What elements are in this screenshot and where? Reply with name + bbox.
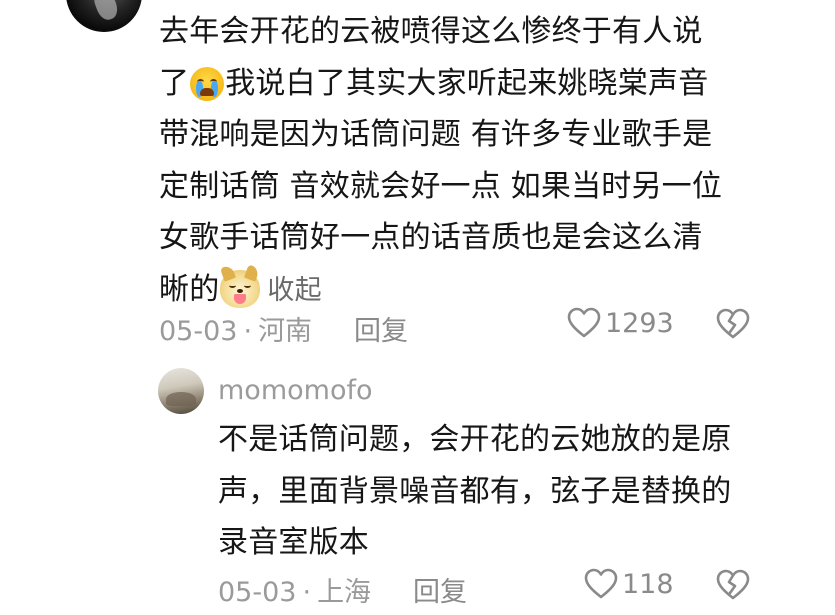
- heart-outline-icon: [584, 568, 618, 599]
- reply-meta: 05-03 · 上海: [218, 570, 371, 609]
- meta-separator: ·: [243, 316, 253, 347]
- comment-date: 05-03: [159, 316, 238, 347]
- comment-line: 女歌手话筒好一点的话音质也是会这么清: [159, 220, 703, 255]
- reply-reply-button[interactable]: 回复: [413, 570, 467, 609]
- reply-line: 不是话筒问题，会开花的云她放的是原: [218, 422, 732, 457]
- comment-line: 去年会开花的云被喷得这么惨终于有人说: [159, 14, 703, 49]
- reply-location: 上海: [317, 577, 372, 608]
- reply-line: 录音室版本: [218, 525, 369, 560]
- comment-line-text: 我说白了其实大家听起来姚晓棠声音: [225, 65, 709, 101]
- dog-emoji-icon: [220, 263, 261, 308]
- reply-username[interactable]: momomofo: [218, 375, 373, 406]
- crying-emoji-icon: [190, 66, 225, 101]
- comment-line-text: 了: [159, 65, 190, 101]
- reply-button[interactable]: 回复: [354, 309, 408, 348]
- comment-line-text: 晰的: [159, 271, 220, 307]
- reply-line: 声，里面背景噪音都有，弦子是替换的: [218, 473, 732, 509]
- reply-like-count: 118: [622, 568, 674, 600]
- avatar[interactable]: [66, 0, 142, 32]
- reply-like-button[interactable]: 118: [584, 568, 674, 600]
- comment-line: 了我说白了其实大家听起来姚晓棠声音: [159, 58, 759, 110]
- broken-heart-icon: [716, 308, 750, 339]
- dislike-button[interactable]: [716, 308, 750, 344]
- comment-line: 带混响是因为话筒问题 有许多专业歌手是: [159, 117, 713, 152]
- like-button[interactable]: 1293: [567, 307, 674, 339]
- comment-body: 去年会开花的云被喷得这么惨终于有人说 了我说白了其实大家听起来姚晓棠声音 带混响…: [159, 6, 759, 315]
- reply-dislike-button[interactable]: [716, 569, 750, 605]
- heart-outline-icon: [567, 307, 601, 338]
- reply-date: 05-03: [218, 577, 297, 608]
- reply-body: 不是话筒问题，会开花的云她放的是原 声，里面背景噪音都有，弦子是替换的 录音室版…: [218, 414, 778, 569]
- comment-thread: 去年会开花的云被喷得这么惨终于有人说 了我说白了其实大家听起来姚晓棠声音 带混响…: [0, 0, 835, 615]
- like-count: 1293: [605, 307, 674, 339]
- reply-avatar[interactable]: [158, 368, 204, 414]
- comment-meta: 05-03 · 河南: [159, 309, 312, 348]
- meta-separator: ·: [302, 577, 312, 608]
- broken-heart-icon: [716, 569, 750, 600]
- comment-line: 定制话筒 音效就会好一点 如果当时另一位: [159, 168, 723, 204]
- comment-location: 河南: [258, 316, 313, 347]
- collapse-link[interactable]: 收起: [267, 275, 321, 306]
